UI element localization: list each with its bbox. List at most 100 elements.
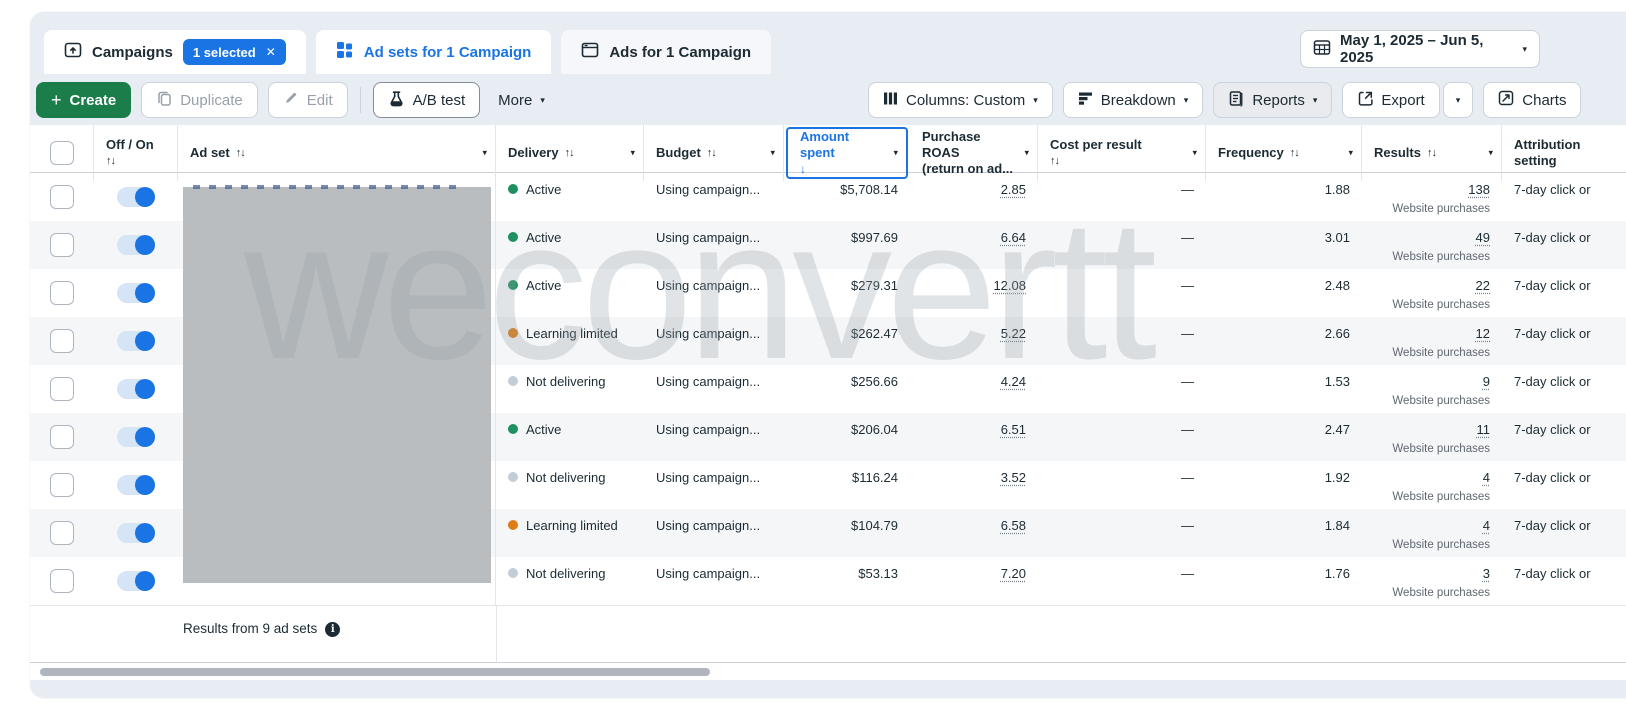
ad-set-toggle[interactable]: [117, 379, 155, 399]
columns-button[interactable]: Columns: Custom ▾: [868, 82, 1053, 118]
column-header-frequency[interactable]: Frequency↑↓ ▾: [1206, 125, 1362, 181]
results-value[interactable]: 4: [1483, 470, 1490, 485]
ad-set-toggle[interactable]: [117, 235, 155, 255]
results-value[interactable]: 12: [1476, 326, 1490, 341]
ab-test-button[interactable]: A/B test: [373, 82, 481, 118]
amount-spent-cell: $279.31: [784, 269, 910, 317]
amount-spent-cell: $104.79: [784, 509, 910, 557]
row-checkbox[interactable]: [50, 377, 74, 401]
results-value[interactable]: 138: [1468, 182, 1490, 197]
results-cell: 49Website purchases: [1362, 221, 1502, 269]
row-checkbox[interactable]: [50, 329, 74, 353]
roas-value[interactable]: 3.52: [1001, 470, 1026, 485]
chevron-down-icon: ▾: [1184, 96, 1189, 105]
sort-icon: ↑↓: [1427, 145, 1436, 161]
row-checkbox[interactable]: [50, 569, 74, 593]
amount-spent-cell: $116.24: [784, 461, 910, 509]
frequency-cell: 2.66: [1206, 317, 1362, 365]
results-value[interactable]: 9: [1483, 374, 1490, 389]
chevron-down-icon[interactable]: ▾: [893, 149, 898, 158]
row-checkbox[interactable]: [50, 425, 74, 449]
pencil-icon: [283, 90, 299, 110]
info-icon[interactable]: i: [325, 622, 340, 637]
column-header-cost-per-result[interactable]: Cost per result ↑↓ ▾: [1038, 125, 1206, 181]
chevron-down-icon[interactable]: ▾: [482, 149, 487, 158]
row-checkbox[interactable]: [50, 233, 74, 257]
row-checkbox[interactable]: [50, 185, 74, 209]
column-header-results[interactable]: Results↑↓ ▾: [1362, 125, 1502, 181]
tab-ads[interactable]: Ads for 1 Campaign: [561, 30, 771, 74]
tab-ad-sets[interactable]: Ad sets for 1 Campaign: [316, 30, 552, 74]
reports-button[interactable]: Reports ▾: [1213, 82, 1332, 118]
ad-set-toggle[interactable]: [117, 187, 155, 207]
roas-value[interactable]: 4.24: [1001, 374, 1026, 389]
charts-button[interactable]: Charts: [1483, 82, 1581, 118]
row-checkbox[interactable]: [50, 521, 74, 545]
results-value[interactable]: 4: [1483, 518, 1490, 533]
tab-ads-label: Ads for 1 Campaign: [609, 44, 751, 61]
status-text: Not delivering: [526, 469, 606, 486]
budget-cell: Using campaign...: [644, 461, 784, 509]
roas-value[interactable]: 2.85: [1001, 182, 1026, 197]
more-button[interactable]: More ▾: [490, 82, 553, 118]
roas-value[interactable]: 7.20: [1001, 566, 1026, 581]
export-button[interactable]: Export: [1342, 82, 1439, 118]
status-text: Not delivering: [526, 373, 606, 390]
roas-value[interactable]: 6.51: [1001, 422, 1026, 437]
roas-value[interactable]: 6.64: [1001, 230, 1026, 245]
select-all-checkbox[interactable]: [50, 141, 74, 165]
status-text: Not delivering: [526, 565, 606, 582]
roas-value[interactable]: 6.58: [1001, 518, 1026, 533]
chevron-down-icon[interactable]: ▾: [770, 149, 775, 158]
roas-value[interactable]: 5.22: [1001, 326, 1026, 341]
purchase-roas-label: Purchase ROAS: [922, 129, 1015, 161]
delivery-cell: Not delivering: [496, 557, 644, 605]
breakdown-button[interactable]: Breakdown ▾: [1063, 82, 1204, 118]
export-icon: [1357, 90, 1373, 110]
toolbar-right: Columns: Custom ▾ Breakdown ▾ Reports ▾ …: [868, 82, 1581, 118]
ads-icon: [581, 41, 599, 63]
date-range-button[interactable]: May 1, 2025 – Jun 5, 2025 ▾: [1300, 30, 1540, 68]
frequency-cell: 3.01: [1206, 221, 1362, 269]
column-header-purchase-roas[interactable]: Purchase ROAS (return on ad... ▾: [910, 125, 1038, 181]
ad-set-toggle[interactable]: [117, 475, 155, 495]
column-header-off-on[interactable]: Off / On ↑↓: [94, 125, 178, 181]
row-checkbox[interactable]: [50, 473, 74, 497]
horizontal-scrollbar-track[interactable]: [30, 663, 1626, 680]
ad-set-toggle[interactable]: [117, 331, 155, 351]
row-checkbox[interactable]: [50, 281, 74, 305]
chevron-down-icon[interactable]: ▾: [630, 149, 635, 158]
status-text: Learning limited: [526, 517, 618, 534]
roas-value[interactable]: 12.08: [993, 278, 1026, 293]
edit-button[interactable]: Edit: [268, 82, 348, 118]
cost-per-result-cell: —: [1038, 461, 1206, 509]
results-value[interactable]: 11: [1477, 422, 1491, 437]
column-header-budget[interactable]: Budget↑↓ ▾: [644, 125, 784, 181]
column-header-delivery[interactable]: Delivery↑↓ ▾: [496, 125, 644, 181]
results-value[interactable]: 22: [1476, 278, 1490, 293]
budget-cell: Using campaign...: [644, 221, 784, 269]
column-header-amount-spent[interactable]: Amount spent ↓ ▾: [786, 127, 908, 179]
column-header-ad-set[interactable]: Ad set↑↓ ▾: [178, 125, 496, 181]
tab-campaigns[interactable]: Campaigns 1 selected ✕: [44, 30, 306, 74]
duplicate-button[interactable]: Duplicate: [141, 82, 258, 118]
horizontal-scrollbar-thumb[interactable]: [40, 668, 710, 676]
attribution-cell: 7-day click or: [1502, 413, 1626, 461]
column-header-attribution[interactable]: Attribution setting: [1502, 125, 1626, 181]
status-dot: [508, 184, 518, 194]
results-value[interactable]: 49: [1476, 230, 1490, 245]
chevron-down-icon[interactable]: ▾: [1348, 149, 1353, 158]
export-options-button[interactable]: ▾: [1443, 82, 1474, 118]
status-dot: [508, 376, 518, 386]
chevron-down-icon[interactable]: ▾: [1192, 149, 1197, 158]
purchase-roas-label-2: (return on ad...: [922, 161, 1015, 177]
create-button[interactable]: + Create: [36, 82, 131, 118]
chevron-down-icon[interactable]: ▾: [1024, 149, 1029, 158]
ad-set-toggle[interactable]: [117, 283, 155, 303]
chevron-down-icon[interactable]: ▾: [1488, 149, 1493, 158]
results-value[interactable]: 3: [1483, 566, 1490, 581]
ad-set-toggle[interactable]: [117, 571, 155, 591]
clear-selection-icon[interactable]: ✕: [266, 45, 276, 59]
ad-set-toggle[interactable]: [117, 427, 155, 447]
ad-set-toggle[interactable]: [117, 523, 155, 543]
